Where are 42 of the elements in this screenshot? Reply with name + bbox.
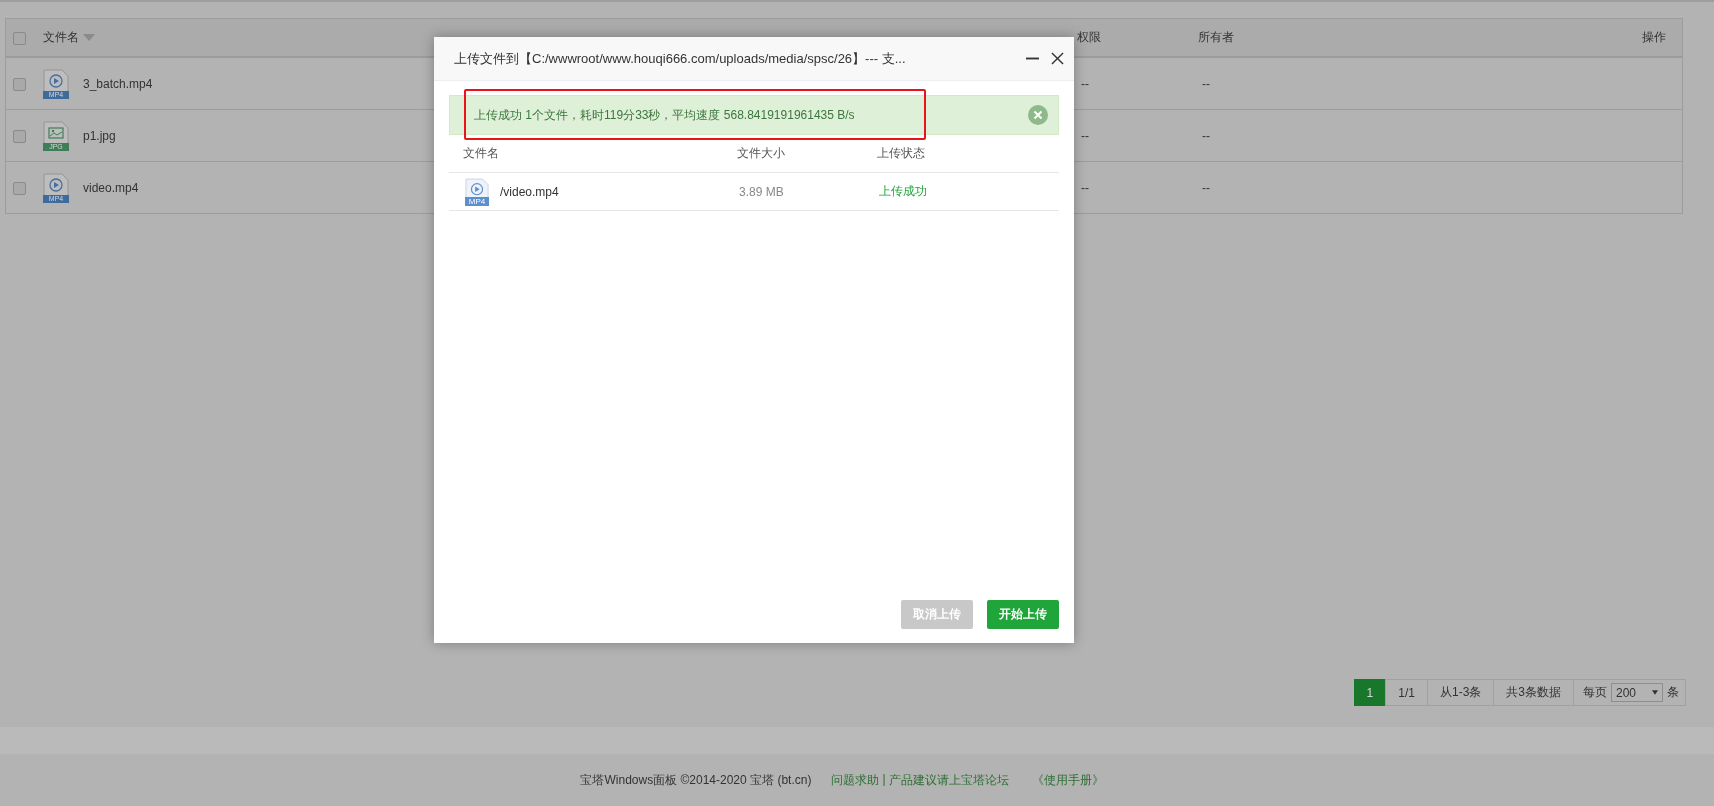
caret-icon xyxy=(1652,690,1658,695)
file-size: 3.89 MB xyxy=(739,184,785,199)
footer-link[interactable]: 《使用手册》 xyxy=(1031,771,1104,789)
column-header[interactable]: 所有者 xyxy=(1198,29,1234,46)
alert-message: 上传成功 1个文件，耗时119分33秒，平均速度 568.8419191961435 B/s xyxy=(474,106,855,124)
file-icon: MP4 xyxy=(465,177,489,206)
footer-link[interactable]: 问题求助 xyxy=(831,771,880,789)
upload-status: 上传成功 xyxy=(879,183,927,200)
owner-text: -- xyxy=(1202,180,1210,195)
checkbox[interactable] xyxy=(13,31,26,45)
per-page-unit: 条 xyxy=(1667,684,1679,701)
dialog-title: 上传文件到【C:/wwwroot/www.houqi666.com/uploads/media/spsc/26】--- 支... xyxy=(454,49,907,68)
column-header: 上传状态 xyxy=(877,145,925,162)
total-text: 共3条数据 xyxy=(1493,679,1574,706)
file-name[interactable]: p1.jpg xyxy=(83,128,116,143)
per-page-label: 每页 xyxy=(1583,684,1607,701)
per-page-select[interactable]: 200 xyxy=(1611,683,1663,702)
close-icon[interactable] xyxy=(1051,52,1064,65)
owner-text: -- xyxy=(1202,76,1210,91)
permission-text: -- xyxy=(1081,76,1089,91)
column-header[interactable]: 文件名 xyxy=(43,29,79,46)
sort-caret-icon[interactable] xyxy=(83,34,95,41)
column-header: 文件大小 xyxy=(737,145,786,162)
separator-text: | xyxy=(882,771,886,788)
page-count: 1/1 xyxy=(1385,679,1428,706)
checkbox[interactable] xyxy=(13,77,26,91)
checkbox[interactable] xyxy=(13,129,26,143)
copyright-text: 宝塔Windows面板 ©2014-2020 宝塔 (bt.cn) xyxy=(580,771,812,789)
column-header[interactable]: 权限 xyxy=(1077,29,1101,46)
owner-text: -- xyxy=(1202,128,1210,143)
column-header: 文件名 xyxy=(463,145,500,162)
checkbox[interactable] xyxy=(13,181,26,195)
file-name[interactable]: 3_batch.mp4 xyxy=(83,76,153,91)
permission-text: -- xyxy=(1081,128,1089,143)
footer-link[interactable]: 产品建议请上宝塔论坛 xyxy=(888,771,1009,789)
file-name: /video.mp4 xyxy=(500,184,559,199)
page-button[interactable]: 1 xyxy=(1353,679,1387,706)
file-name[interactable]: video.mp4 xyxy=(83,180,139,195)
column-header[interactable]: 操作 xyxy=(1642,29,1666,46)
range-text: 从1-3条 xyxy=(1426,679,1495,706)
start-upload-button[interactable]: 开始上传 xyxy=(987,600,1059,629)
permission-text: -- xyxy=(1081,180,1089,195)
